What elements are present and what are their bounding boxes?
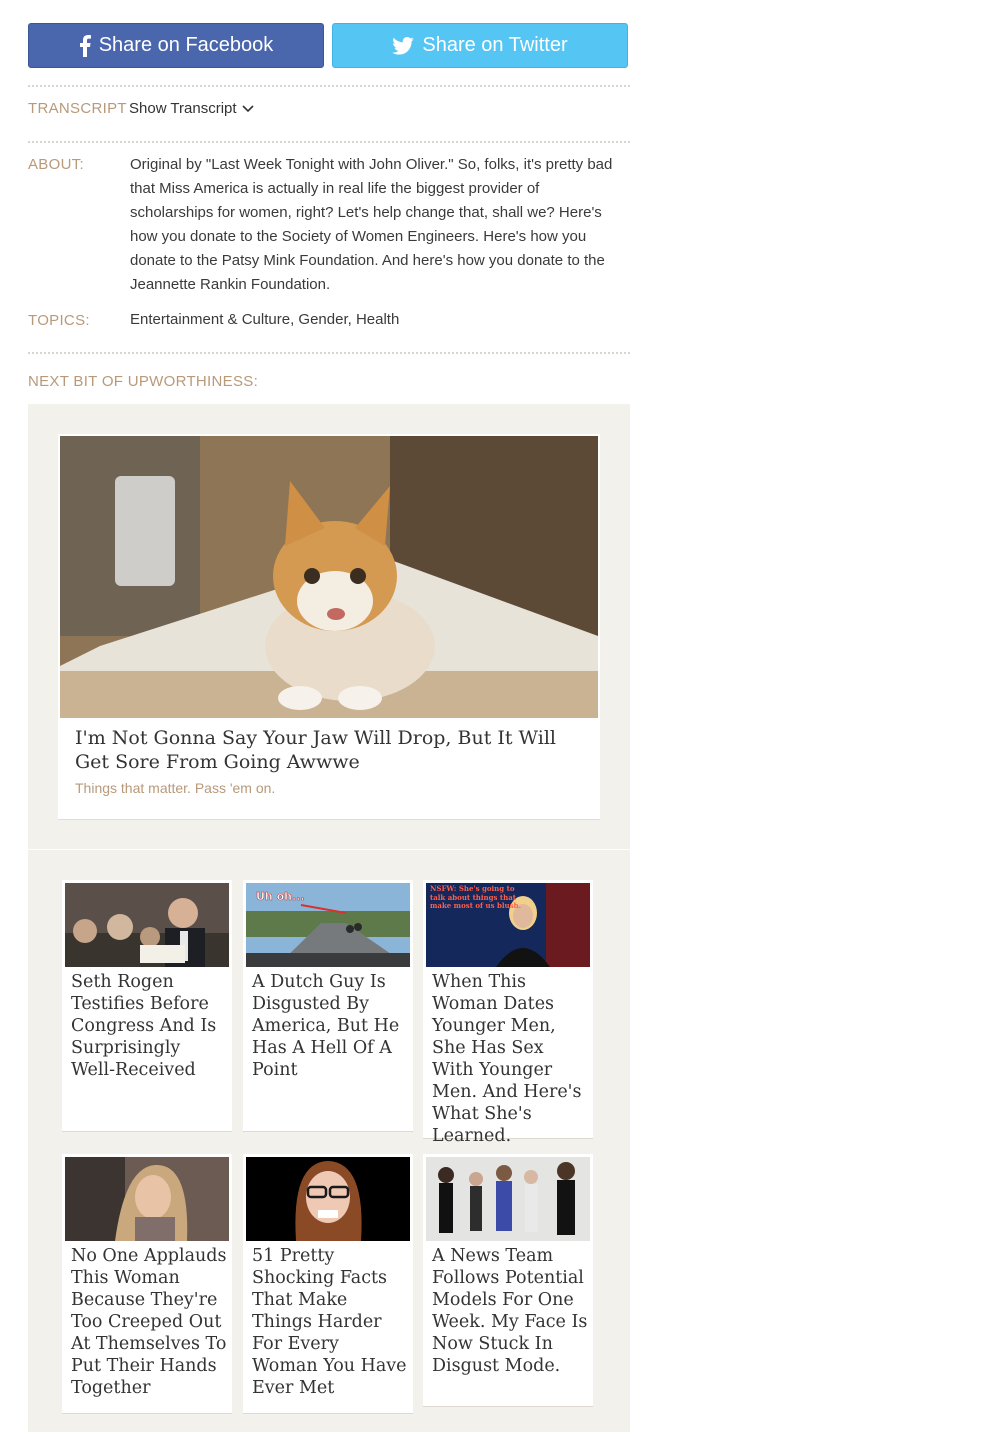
transcript-label: TRANSCRIPT [28,100,127,117]
divider [28,352,630,354]
thumb-caption: NSFW: She's going to talk about things t… [430,885,522,910]
show-transcript-label: Show Transcript [129,100,237,117]
topics-list[interactable]: Entertainment & Culture, Gender, Health [130,311,399,328]
related-story-card[interactable]: A News Team Follows Potential Models For… [423,1154,593,1407]
featured-story-title[interactable]: I'm Not Gonna Say Your Jaw Will Drop, Bu… [75,726,575,774]
topics-label: TOPICS: [28,312,90,329]
story-thumbnail-icon: Uh oh... [246,883,410,967]
related-story-title[interactable]: A Dutch Guy Is Disgusted By America, But… [252,971,408,1081]
twitter-icon [392,36,415,55]
story-thumbnail-icon [426,1157,590,1241]
related-story-card[interactable]: 51 Pretty Shocking Facts That Make Thing… [243,1154,413,1414]
related-story-title[interactable]: 51 Pretty Shocking Facts That Make Thing… [252,1245,408,1399]
about-text: Original by "Last Week Tonight with John… [130,156,613,293]
show-transcript-toggle[interactable]: Show Transcript [129,100,254,117]
related-story-card[interactable]: No One Applauds This Woman Because They'… [62,1154,232,1414]
share-row: Share on Facebook Share on Twitter [28,23,630,70]
share-twitter-button[interactable]: Share on Twitter [332,23,628,68]
related-story-card[interactable]: Seth Rogen Testifies Before Congress And… [62,880,232,1132]
featured-section: I'm Not Gonna Say Your Jaw Will Drop, Bu… [28,404,630,849]
share-facebook-button[interactable]: Share on Facebook [28,23,324,68]
share-facebook-label: Share on Facebook [98,34,274,56]
thumb-caption: Uh oh... [256,890,305,903]
share-twitter-label: Share on Twitter [422,34,568,56]
facebook-icon [79,34,91,57]
featured-story-tagline: Things that matter. Pass 'em on. [75,780,276,796]
featured-story-card[interactable]: I'm Not Gonna Say Your Jaw Will Drop, Bu… [58,434,600,820]
story-thumbnail-icon [65,1157,229,1241]
story-thumbnail-icon: NSFW: She's going to talk about things t… [426,883,590,967]
related-story-card[interactable]: Uh oh... A Dutch Guy Is Disgusted By Ame… [243,880,413,1132]
related-story-title[interactable]: When This Woman Dates Younger Men, She H… [432,971,588,1147]
chevron-down-icon [241,100,254,117]
kitten-photo-icon[interactable] [60,436,598,718]
related-stories-grid: Seth Rogen Testifies Before Congress And… [28,850,630,1432]
related-story-title[interactable]: A News Team Follows Potential Models For… [432,1245,588,1377]
divider [28,85,630,87]
related-story-card[interactable]: NSFW: She's going to talk about things t… [423,880,593,1146]
divider [28,141,630,143]
about-label: ABOUT: [28,156,84,173]
related-story-title[interactable]: No One Applauds This Woman Because They'… [71,1245,227,1399]
next-upworthiness-label: NEXT BIT OF UPWORTHINESS: [28,373,259,390]
story-thumbnail-icon [65,883,229,967]
related-story-title[interactable]: Seth Rogen Testifies Before Congress And… [71,971,227,1081]
story-thumbnail-icon [246,1157,410,1241]
